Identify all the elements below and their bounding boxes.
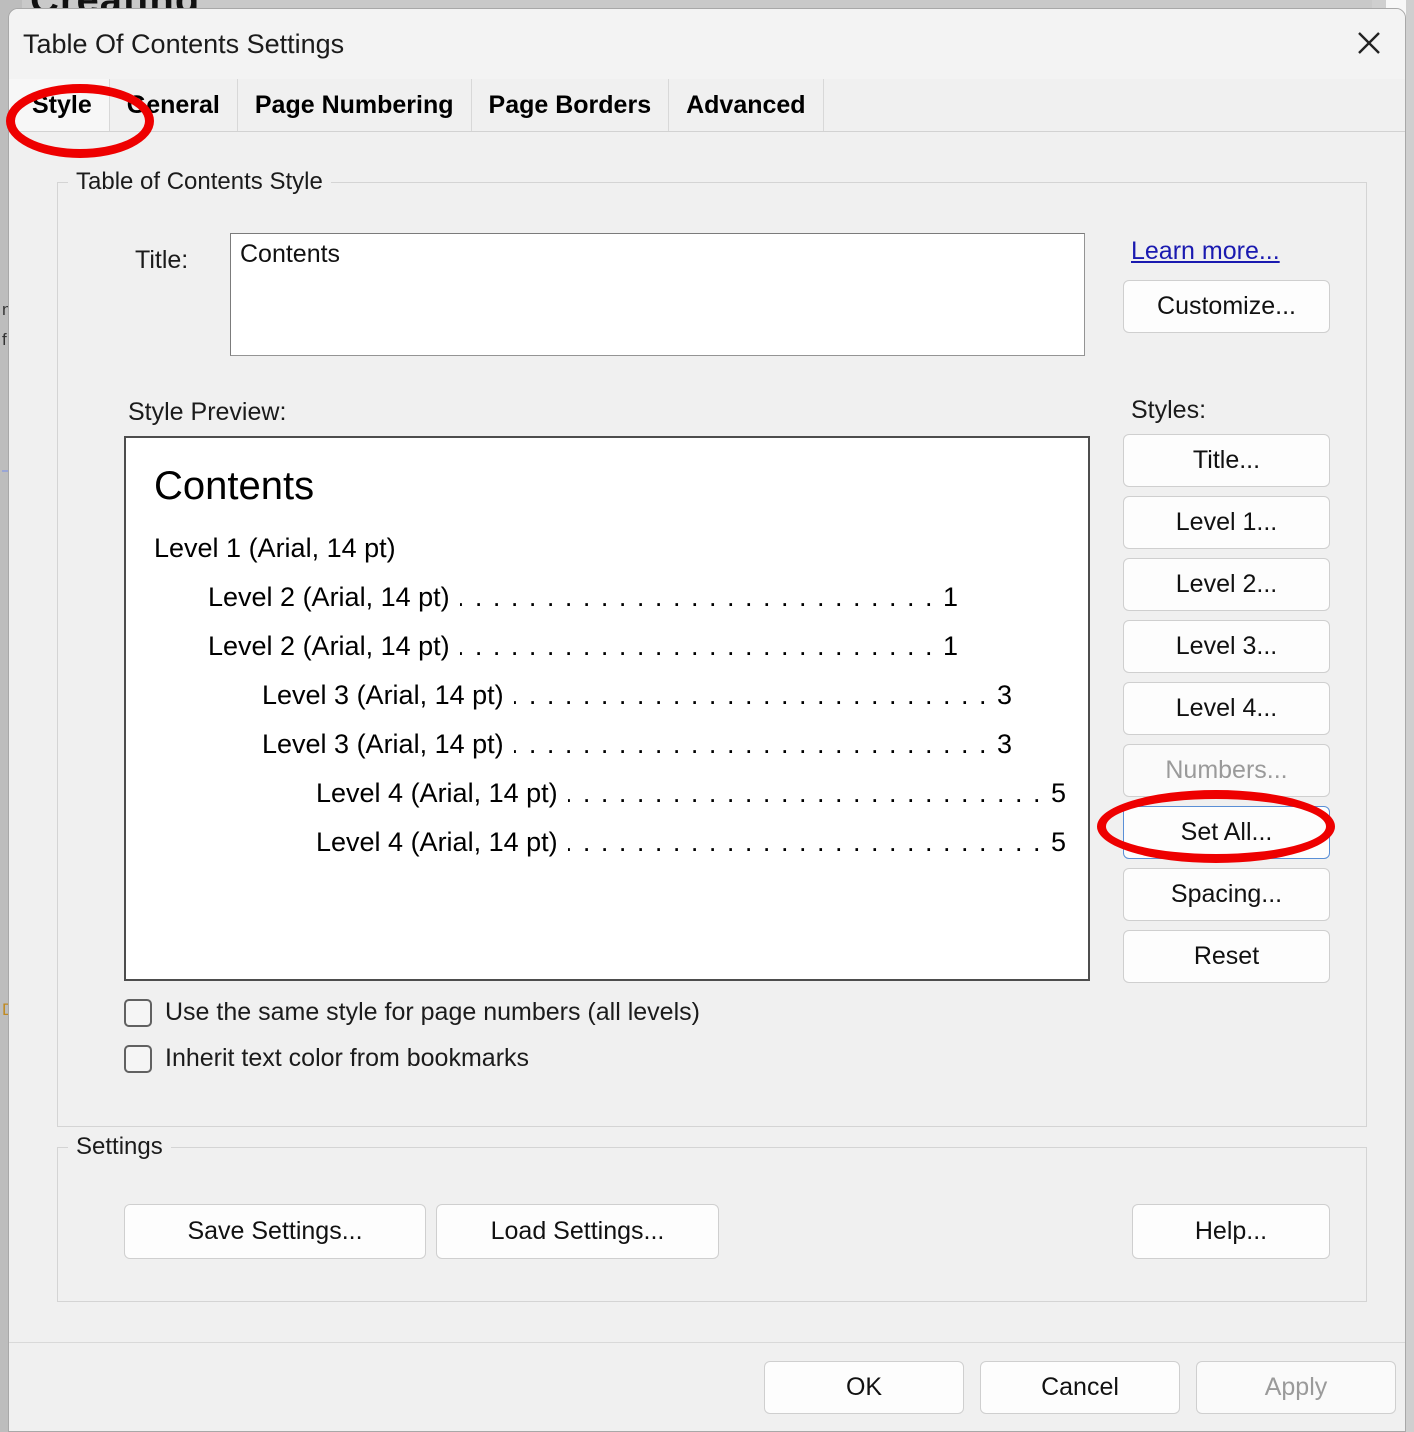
table-of-contents-settings-dialog: Table Of Contents Settings Style General… bbox=[8, 8, 1406, 1432]
style-button-set-all[interactable]: Set All... bbox=[1123, 806, 1330, 859]
style-preview-box: Contents Level 1 (Arial, 14 pt) Level 2 … bbox=[124, 436, 1090, 981]
title-label: Title: bbox=[135, 246, 189, 274]
preview-row-text: Level 2 (Arial, 14 pt) bbox=[208, 631, 450, 661]
background-left-glyph-2: f bbox=[2, 330, 7, 349]
style-group-legend: Table of Contents Style bbox=[68, 168, 331, 196]
style-button-spacing[interactable]: Spacing... bbox=[1123, 868, 1330, 921]
preview-row-level4-a: Level 4 (Arial, 14 pt) .................… bbox=[126, 778, 1088, 809]
tab-general-label: General bbox=[126, 90, 220, 119]
style-button-title[interactable]: Title... bbox=[1123, 434, 1330, 487]
dialog-footer: OK Cancel Apply bbox=[9, 1342, 1405, 1431]
preview-row-text: Level 2 (Arial, 14 pt) bbox=[208, 582, 450, 612]
preview-row-text: Level 3 (Arial, 14 pt) bbox=[262, 680, 504, 710]
style-button-reset[interactable]: Reset bbox=[1123, 930, 1330, 983]
checkbox-inherit-text-color[interactable] bbox=[124, 1044, 152, 1073]
save-settings-button[interactable]: Save Settings... bbox=[124, 1204, 426, 1259]
checkbox-row-same-style-page-numbers[interactable]: Use the same style for page numbers (all… bbox=[124, 998, 700, 1027]
table-of-contents-style-group: Table of Contents Style Title: Learn mor… bbox=[57, 168, 1367, 1127]
preview-row-page: 1 bbox=[942, 631, 958, 661]
tab-style[interactable]: Style bbox=[9, 79, 110, 131]
preview-dot-leader: ..................................... bbox=[459, 631, 943, 661]
preview-row-level1-a: Level 1 (Arial, 14 pt) bbox=[126, 533, 1088, 564]
preview-row-page: 3 bbox=[996, 680, 1012, 710]
style-button-level-1[interactable]: Level 1... bbox=[1123, 496, 1330, 549]
style-button-level-3[interactable]: Level 3... bbox=[1123, 620, 1330, 673]
checkbox-same-style-page-numbers-label: Use the same style for page numbers (all… bbox=[165, 998, 700, 1026]
style-button-level-2[interactable]: Level 2... bbox=[1123, 558, 1330, 611]
preview-dot-leader: ..................................... bbox=[567, 827, 1051, 857]
style-button-numbers: Numbers... bbox=[1123, 744, 1330, 797]
tab-advanced[interactable]: Advanced bbox=[669, 79, 824, 131]
customize-button[interactable]: Customize... bbox=[1123, 280, 1330, 333]
preview-dot-leader: ..................................... bbox=[513, 729, 997, 759]
styles-label: Styles: bbox=[1131, 396, 1207, 424]
tab-advanced-label: Advanced bbox=[686, 90, 806, 119]
preview-row-text: Level 4 (Arial, 14 pt) bbox=[316, 778, 558, 808]
preview-row-level2-b: Level 2 (Arial, 14 pt) .................… bbox=[126, 631, 1088, 662]
preview-row-page: 5 bbox=[1050, 827, 1066, 857]
preview-row-level4-b: Level 4 (Arial, 14 pt) .................… bbox=[126, 827, 1088, 858]
preview-row-page: 5 bbox=[1050, 778, 1066, 808]
dialog-title: Table Of Contents Settings bbox=[23, 29, 345, 59]
preview-row-text: Level 3 (Arial, 14 pt) bbox=[262, 729, 504, 759]
preview-heading: Contents bbox=[154, 464, 315, 508]
preview-dot-leader: ..................................... bbox=[567, 778, 1051, 808]
apply-button: Apply bbox=[1196, 1361, 1396, 1414]
ok-button[interactable]: OK bbox=[764, 1361, 964, 1414]
tab-page-numbering[interactable]: Page Numbering bbox=[238, 79, 472, 131]
checkbox-same-style-page-numbers[interactable] bbox=[124, 998, 152, 1027]
preview-dot-leader: ..................................... bbox=[459, 582, 943, 612]
dialog-tabbar: Style General Page Numbering Page Border… bbox=[9, 79, 1405, 132]
load-settings-button[interactable]: Load Settings... bbox=[436, 1204, 719, 1259]
tab-style-label: Style bbox=[32, 90, 92, 119]
close-icon[interactable] bbox=[1343, 19, 1395, 67]
dialog-titlebar: Table Of Contents Settings bbox=[9, 9, 1405, 79]
help-button[interactable]: Help... bbox=[1132, 1204, 1330, 1259]
tab-page-borders[interactable]: Page Borders bbox=[472, 79, 670, 131]
cancel-button[interactable]: Cancel bbox=[980, 1361, 1180, 1414]
settings-group-legend: Settings bbox=[68, 1133, 171, 1161]
preview-dot-leader: ..................................... bbox=[513, 680, 997, 710]
checkbox-inherit-text-color-label: Inherit text color from bookmarks bbox=[165, 1044, 530, 1072]
learn-more-link[interactable]: Learn more... bbox=[1131, 237, 1280, 266]
style-button-level-4[interactable]: Level 4... bbox=[1123, 682, 1330, 735]
tab-general[interactable]: General bbox=[110, 79, 238, 131]
tab-page-numbering-label: Page Numbering bbox=[254, 90, 454, 119]
checkbox-row-inherit-text-color[interactable]: Inherit text color from bookmarks bbox=[124, 1044, 529, 1073]
preview-row-level2-a: Level 2 (Arial, 14 pt) .................… bbox=[126, 582, 1088, 613]
preview-row-text: Level 4 (Arial, 14 pt) bbox=[316, 827, 558, 857]
preview-row-page: 1 bbox=[942, 582, 958, 612]
preview-row-level3-b: Level 3 (Arial, 14 pt) .................… bbox=[126, 729, 1088, 760]
tab-page-borders-label: Page Borders bbox=[488, 90, 652, 119]
style-preview-label: Style Preview: bbox=[128, 398, 287, 426]
title-input[interactable] bbox=[230, 233, 1085, 356]
preview-row-text: Level 1 (Arial, 14 pt) bbox=[154, 533, 396, 563]
preview-row-level3-a: Level 3 (Arial, 14 pt) .................… bbox=[126, 680, 1088, 711]
preview-row-page: 3 bbox=[996, 729, 1012, 759]
settings-group: Settings Save Settings... Load Settings.… bbox=[57, 1133, 1367, 1302]
